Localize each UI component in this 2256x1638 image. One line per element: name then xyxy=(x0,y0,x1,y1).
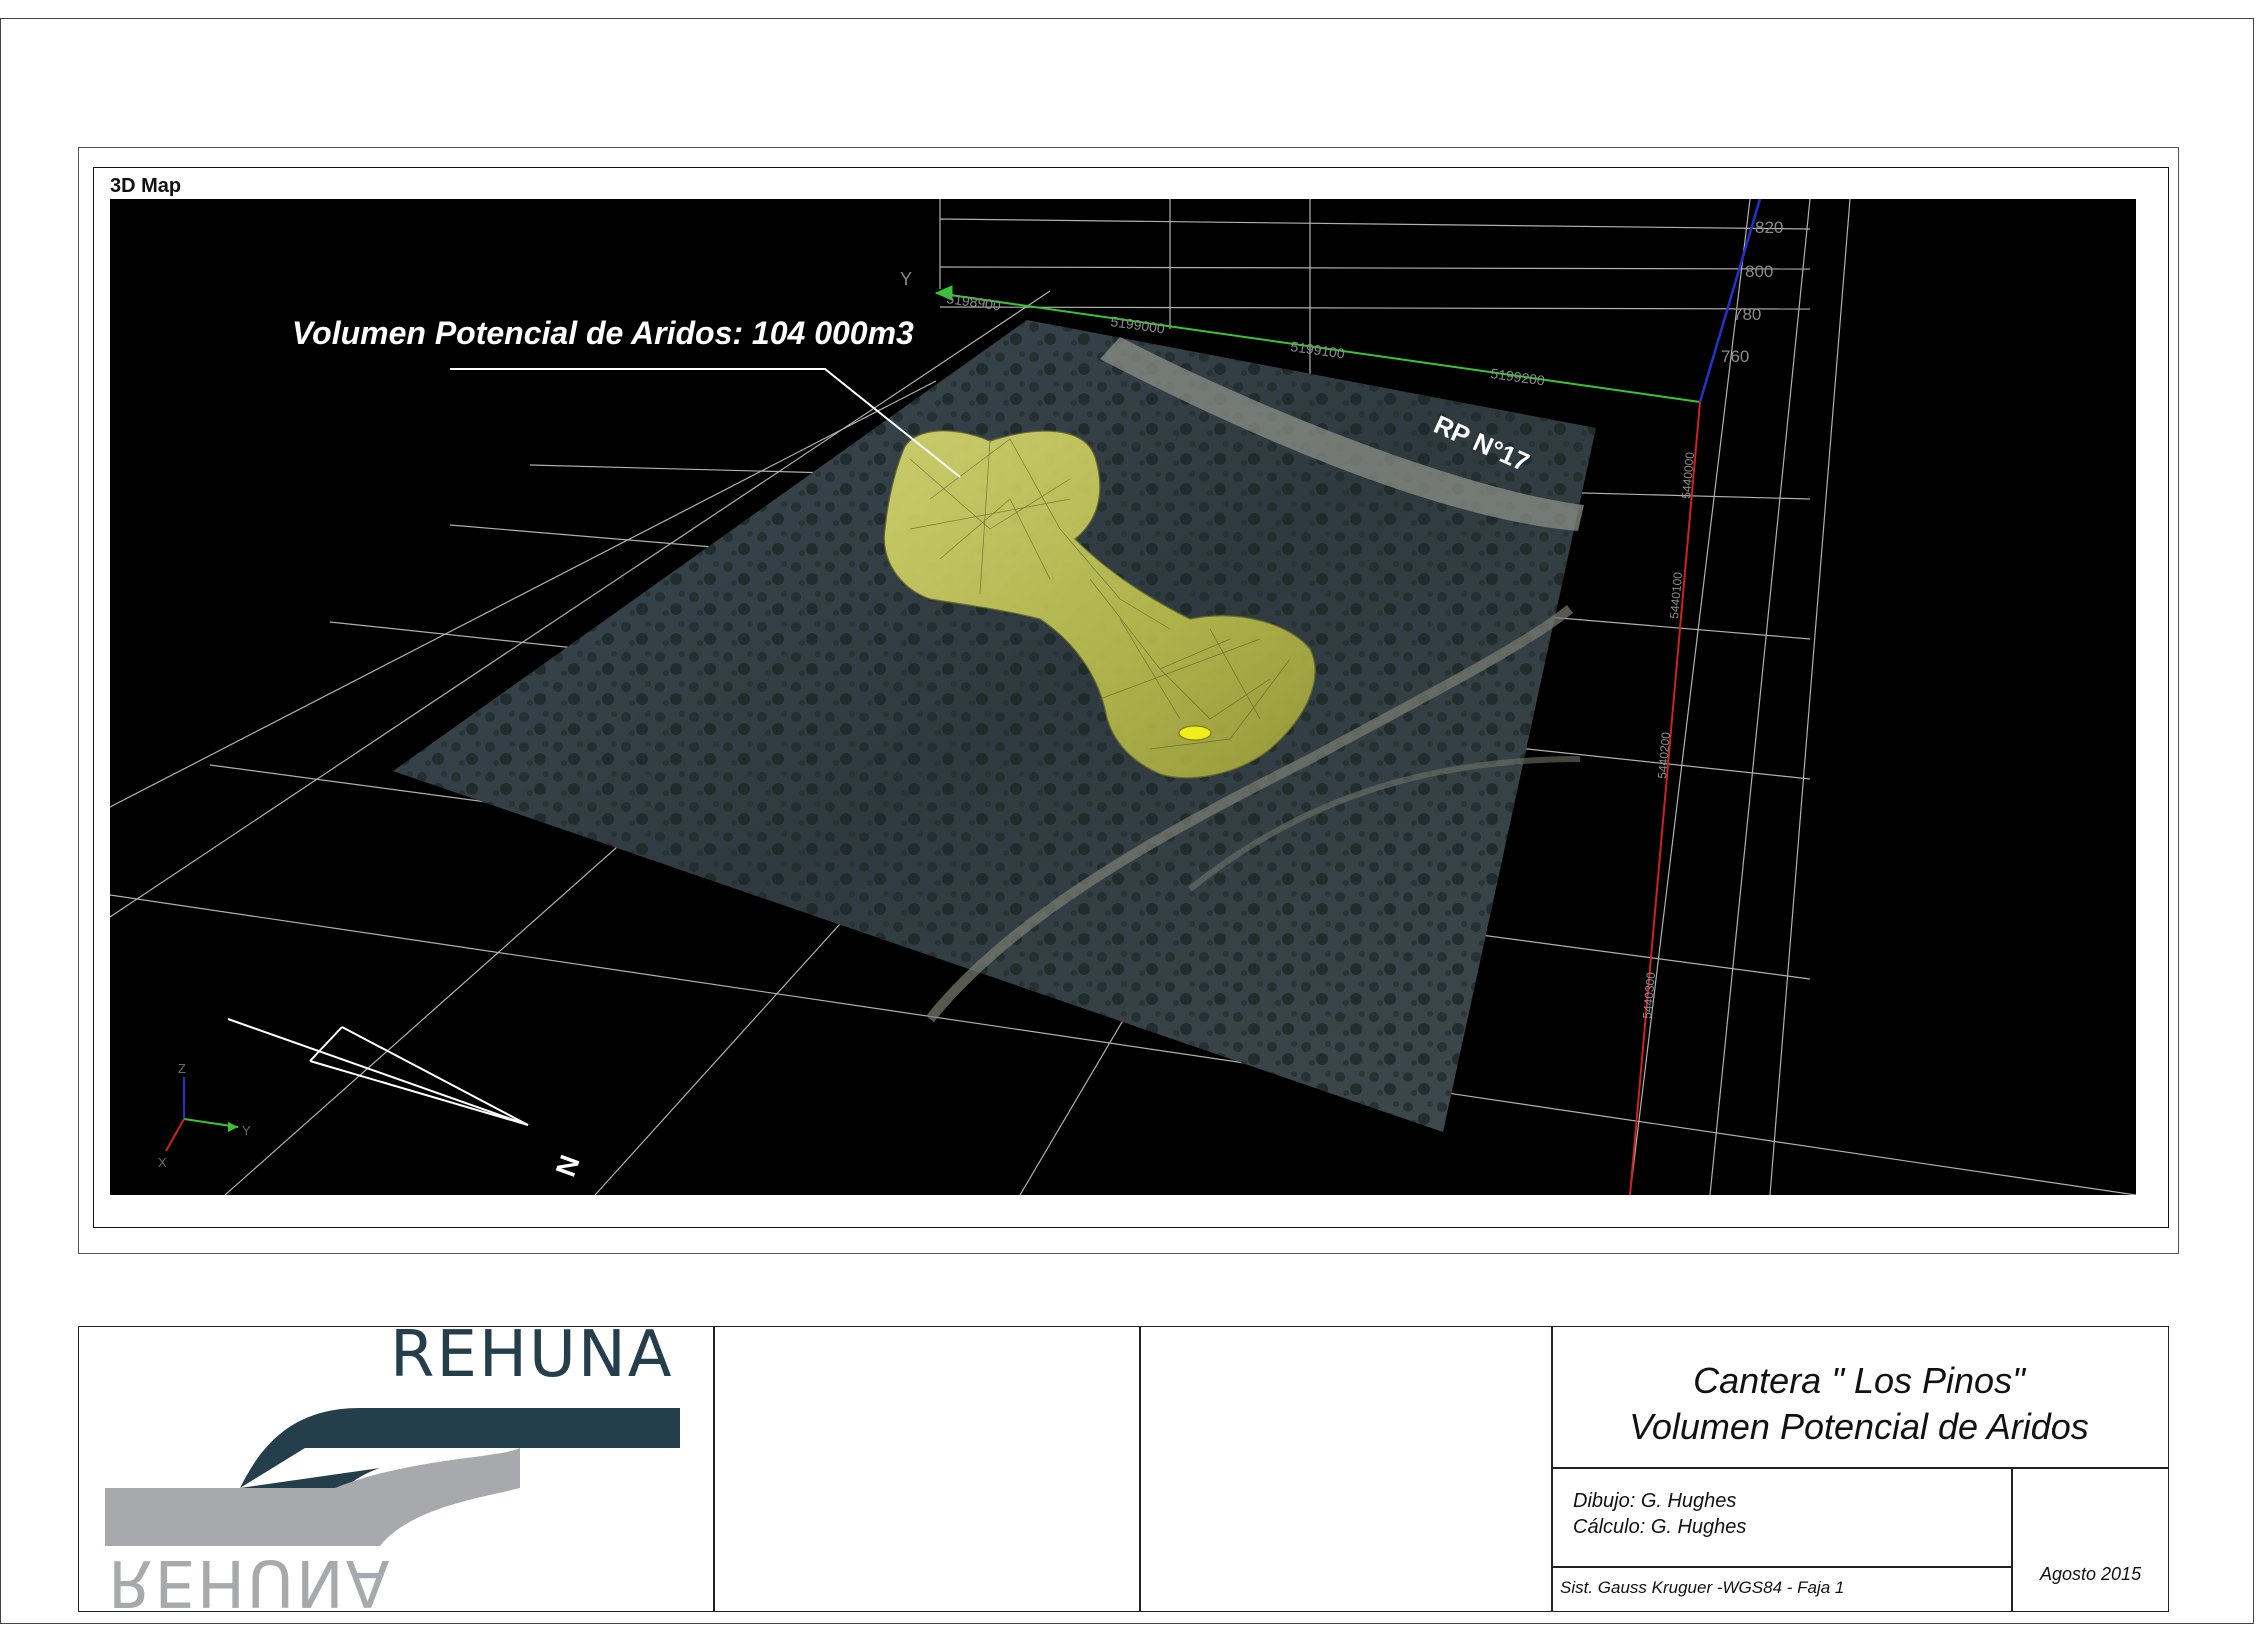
calculated-by: Cálculo: G. Hughes xyxy=(1573,1516,1747,1538)
y-axis-label: Y xyxy=(900,269,912,289)
gizmo-y: Y xyxy=(242,1123,251,1138)
date: Agosto 2015 xyxy=(2040,1564,2142,1584)
y-tick-2: 5199100 xyxy=(1290,338,1346,361)
title-line-2: Volumen Potencial de Aridos xyxy=(1629,1406,2089,1447)
tb-divider-coords xyxy=(1551,1566,2011,1568)
x-tick-4: 5440300 xyxy=(1640,971,1658,1019)
y-tick-3: 5199200 xyxy=(1490,365,1546,388)
x-tick-1: 5440000 xyxy=(1679,451,1697,499)
map-3d-view[interactable]: Y 5198900 5199000 5199100 5199200 820 80… xyxy=(110,199,2136,1195)
north-arrow xyxy=(227,1018,529,1126)
z-tick-820: 820 xyxy=(1755,218,1783,237)
map-caption: 3D Map xyxy=(110,175,182,197)
drawn-by: Dibujo: G. Hughes xyxy=(1573,1490,1737,1512)
tb-divider-date xyxy=(2011,1467,2013,1612)
volume-label: Volumen Potencial de Aridos: 104 000m3 xyxy=(292,315,914,351)
logo-wordmark: REHUNA xyxy=(390,1318,674,1392)
y-tick-start: 5198900 xyxy=(946,290,1002,313)
z-tick-760: 760 xyxy=(1721,347,1749,366)
tb-divider-2 xyxy=(1139,1326,1141,1612)
coordinate-system: Sist. Gauss Kruguer -WGS84 - Faja 1 xyxy=(1560,1578,1845,1597)
logo-wordmark-mirrored: REHUNA xyxy=(108,1545,392,1619)
tb-divider-logo xyxy=(713,1326,715,1612)
z-tick-780: 780 xyxy=(1733,305,1761,324)
gizmo-x: X xyxy=(158,1155,167,1170)
z-axis xyxy=(1698,199,1762,403)
title-line-1: Cantera " Los Pinos" xyxy=(1693,1360,2025,1401)
z-tick-800: 800 xyxy=(1745,262,1773,281)
gizmo-z: Z xyxy=(178,1061,186,1076)
tb-divider-title xyxy=(1551,1467,2169,1469)
x-axis xyxy=(1629,401,1701,1195)
map-3d-canvas: Y 5198900 5199000 5199100 5199200 820 80… xyxy=(110,199,2136,1195)
y-tick-1: 5199000 xyxy=(1110,313,1166,336)
orientation-gizmo xyxy=(165,1077,239,1152)
north-label: N xyxy=(549,1151,585,1181)
x-tick-3: 5440200 xyxy=(1655,731,1673,779)
